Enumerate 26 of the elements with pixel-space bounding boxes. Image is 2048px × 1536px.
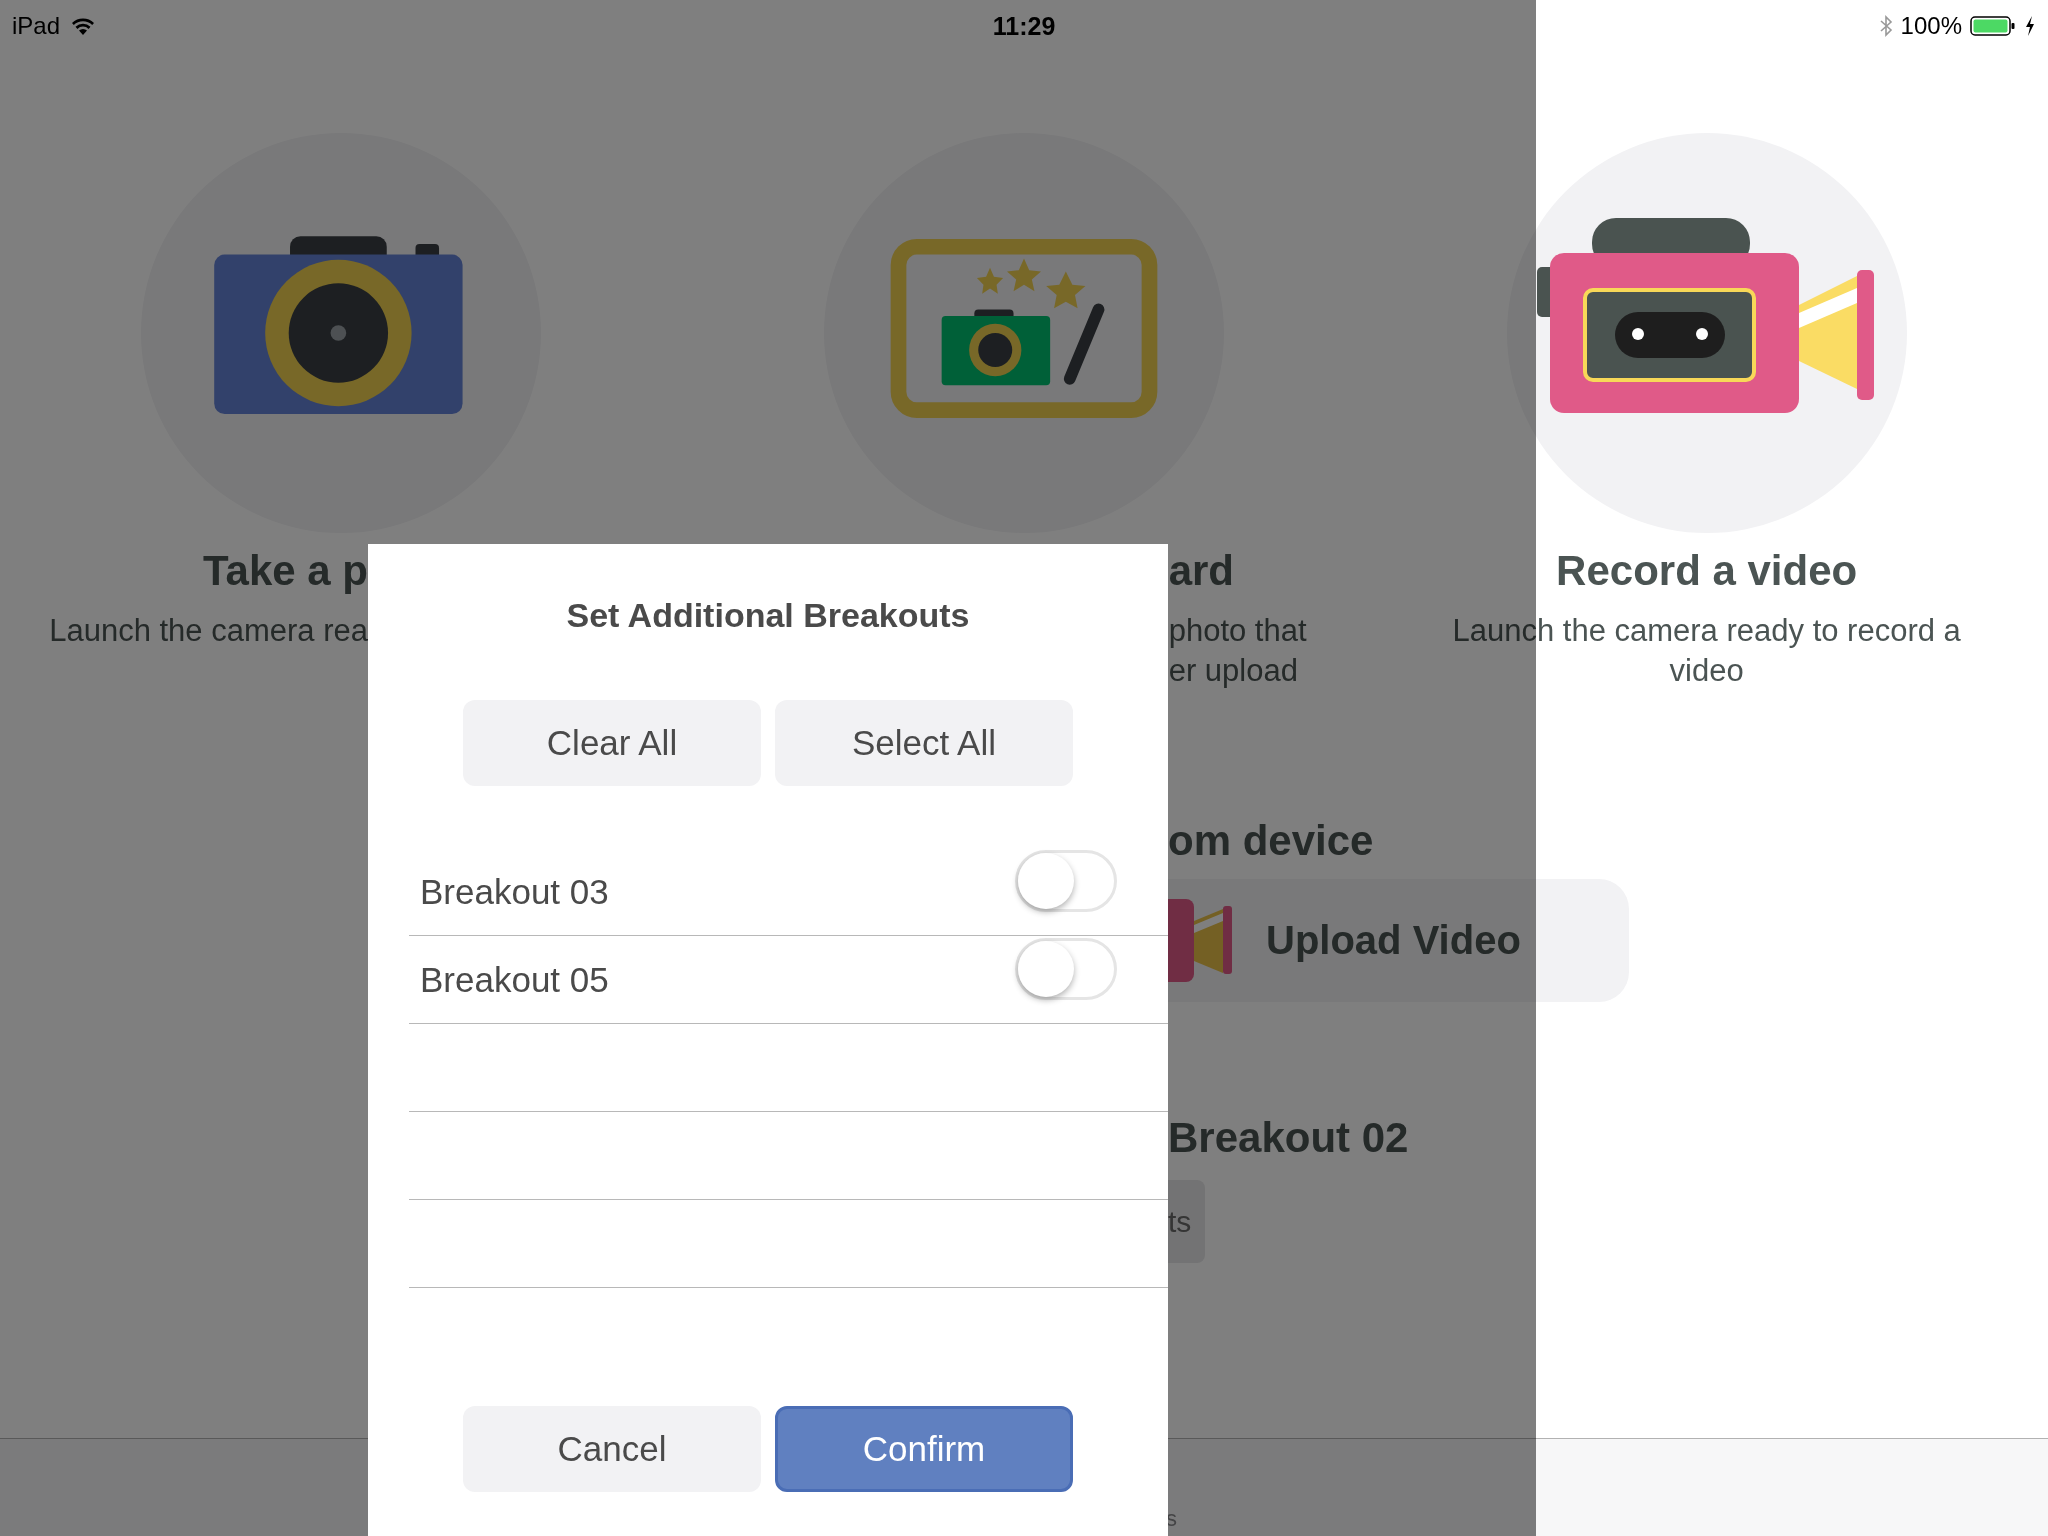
bluetooth-icon <box>1878 14 1893 38</box>
breakouts-button[interactable]: ts <box>1168 1180 1205 1263</box>
clock-time: 11:29 <box>992 11 1056 41</box>
option-description: Launch the camera rea <box>48 612 368 650</box>
breakout-label: Breakout 05 <box>420 959 609 1000</box>
section-heading: om device <box>1168 816 1374 866</box>
option-description: er upload <box>1168 652 1298 690</box>
cancel-button[interactable]: Cancel <box>463 1406 761 1492</box>
dialog-button[interactable]: Clear All <box>463 700 761 786</box>
option-title: Take a p <box>202 546 368 596</box>
dialog-title: Set Additional Breakouts <box>566 595 970 636</box>
option-title: ard <box>1168 546 1234 596</box>
wifi-icon <box>70 16 97 36</box>
charging-bolt-icon <box>2024 15 2036 37</box>
section-heading: Breakout 02 <box>1168 1113 1409 1163</box>
toggle-switch[interactable] <box>1015 849 1117 912</box>
toggle-switch[interactable] <box>1015 937 1117 1000</box>
option-title: Record a video <box>1556 546 1858 596</box>
confirm-button[interactable]: Confirm <box>775 1406 1073 1492</box>
option-description: photo that <box>1168 612 1307 650</box>
device-name: iPad <box>12 12 61 40</box>
battery-percent: 100% <box>1900 12 1962 40</box>
breakout-label: Breakout 03 <box>420 871 609 912</box>
battery-icon <box>1970 15 2016 37</box>
upload-video-button[interactable]: Upload Video <box>1168 879 1629 1002</box>
dialog-button[interactable]: Select All <box>775 700 1073 786</box>
